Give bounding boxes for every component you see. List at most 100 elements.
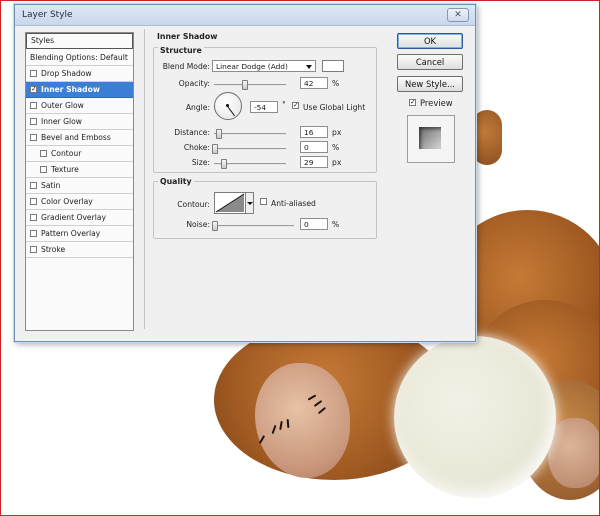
styles-list-item[interactable]: Drop Shadow	[26, 66, 133, 82]
section-title: Inner Shadow	[157, 32, 218, 41]
style-checkbox[interactable]	[40, 165, 47, 173]
styles-list-item[interactable]: Outer Glow	[26, 98, 133, 114]
layer-style-dialog: Layer Style ✕ Styles Blending Options: De…	[14, 4, 476, 342]
style-checkbox[interactable]	[30, 229, 37, 237]
opacity-label: Opacity:	[178, 79, 210, 88]
new-style-button[interactable]: New Style...	[397, 76, 463, 92]
styles-list-item[interactable]: ✓ Inner Shadow	[26, 82, 133, 98]
styles-list-item-label: Contour	[51, 149, 82, 158]
contour-curve-icon	[215, 193, 245, 213]
contour-label: Contour:	[177, 200, 210, 209]
style-checkbox[interactable]	[40, 149, 47, 157]
noise-input[interactable]: 0	[300, 218, 328, 230]
styles-list-item-label: Satin	[41, 181, 61, 190]
size-slider[interactable]	[214, 159, 286, 169]
opacity-slider-thumb[interactable]	[242, 80, 249, 90]
styles-list-item-label: Drop Shadow	[41, 69, 92, 78]
noise-slider[interactable]	[212, 221, 294, 231]
styles-list-item[interactable]: Pattern Overlay	[26, 226, 133, 242]
distance-unit: px	[332, 128, 342, 137]
styles-list-item[interactable]: Satin	[26, 178, 133, 194]
opacity-unit: %	[332, 79, 340, 88]
style-checkbox[interactable]	[30, 101, 37, 109]
noise-slider-thumb[interactable]	[212, 221, 218, 231]
styles-list-item[interactable]: Blending Options: Default	[26, 50, 133, 66]
title-bar[interactable]: Layer Style ✕	[15, 5, 475, 26]
choke-slider[interactable]	[212, 144, 286, 154]
styles-list-item[interactable]: Inner Glow	[26, 114, 133, 130]
size-input[interactable]: 29	[300, 156, 328, 168]
style-checkbox[interactable]	[30, 197, 37, 205]
styles-list-item-label: Inner Shadow	[41, 85, 100, 94]
shadow-color-swatch[interactable]	[322, 60, 344, 72]
size-slider-thumb[interactable]	[220, 159, 227, 169]
distance-label: Distance:	[174, 128, 210, 137]
styles-list-item-label: Styles	[31, 36, 55, 45]
ok-button[interactable]: OK	[397, 33, 463, 49]
quality-title: Quality	[158, 177, 194, 186]
choke-input[interactable]: 0	[300, 141, 328, 153]
styles-list-item-label: Color Overlay	[41, 197, 93, 206]
styles-list-item[interactable]: Stroke	[26, 242, 133, 258]
style-checkbox[interactable]	[30, 245, 37, 253]
choke-slider-thumb[interactable]	[212, 144, 218, 154]
opacity-slider[interactable]	[214, 80, 286, 90]
blend-mode-select[interactable]: Linear Dodge (Add)	[212, 60, 316, 72]
bear-ear	[472, 110, 502, 165]
angle-input[interactable]: -54	[250, 101, 278, 113]
distance-input[interactable]: 16	[300, 126, 328, 138]
choke-label: Choke:	[183, 143, 210, 152]
anti-aliased-checkbox[interactable]	[260, 198, 267, 205]
style-checkbox[interactable]	[30, 133, 37, 141]
preview-checkbox[interactable]: ✓	[409, 99, 416, 106]
styles-list-item[interactable]: Bevel and Emboss	[26, 130, 133, 146]
style-checkbox[interactable]	[30, 117, 37, 125]
styles-list-item-label: Texture	[51, 165, 79, 174]
angle-unit: °	[282, 100, 286, 109]
structure-title: Structure	[158, 46, 204, 55]
contour-picker[interactable]	[214, 192, 246, 214]
style-preview	[407, 115, 455, 163]
size-label: Size:	[191, 158, 210, 167]
angle-dial-center	[226, 104, 229, 107]
style-checkbox[interactable]	[30, 213, 37, 221]
styles-list-item[interactable]: Styles	[26, 33, 133, 49]
use-global-light-label: Use Global Light	[303, 103, 366, 112]
styles-list-item-label: Outer Glow	[41, 101, 84, 110]
contour-dropdown-button[interactable]	[246, 192, 254, 214]
size-unit: px	[332, 158, 342, 167]
style-checkbox[interactable]	[30, 69, 37, 77]
close-button[interactable]: ✕	[447, 8, 469, 22]
styles-list-item[interactable]: Gradient Overlay	[26, 210, 133, 226]
glowing-disc	[394, 336, 556, 498]
style-checkbox[interactable]: ✓	[30, 85, 37, 93]
styles-list-item[interactable]: Contour	[26, 146, 133, 162]
styles-list-item-label: Stroke	[41, 245, 66, 254]
noise-unit: %	[332, 220, 340, 229]
close-icon: ✕	[454, 10, 462, 20]
cancel-button[interactable]: Cancel	[397, 54, 463, 70]
styles-list-item[interactable]: Texture	[26, 162, 133, 178]
styles-list-item-label: Inner Glow	[41, 117, 82, 126]
distance-slider-thumb[interactable]	[216, 129, 223, 139]
choke-unit: %	[332, 143, 340, 152]
structure-group: Structure Blend Mode: Linear Dodge (Add)…	[153, 46, 377, 173]
distance-slider[interactable]	[214, 129, 286, 139]
angle-dial[interactable]	[214, 92, 242, 120]
styles-list: Styles Blending Options: Default Drop Shad…	[25, 32, 134, 331]
use-global-light-checkbox[interactable]: ✓	[292, 102, 299, 109]
bear-paw	[548, 418, 600, 488]
preview-thumbnail	[419, 127, 441, 149]
styles-list-item-label: Blending Options: Default	[30, 53, 128, 62]
quality-group: Quality Contour: Anti-aliased Noise: 0 %	[153, 177, 377, 239]
styles-list-item-label: Gradient Overlay	[41, 213, 106, 222]
opacity-input[interactable]: 42	[300, 77, 328, 89]
angle-label: Angle:	[185, 103, 210, 112]
style-checkbox[interactable]	[30, 181, 37, 189]
styles-list-item-label: Pattern Overlay	[41, 229, 101, 238]
settings-panel: Inner Shadow Structure Blend Mode: Linea…	[144, 29, 382, 329]
preview-label: Preview	[420, 98, 453, 108]
styles-list-item-label: Bevel and Emboss	[41, 133, 111, 142]
styles-list-item[interactable]: Color Overlay	[26, 194, 133, 210]
angle-needle	[227, 106, 236, 117]
